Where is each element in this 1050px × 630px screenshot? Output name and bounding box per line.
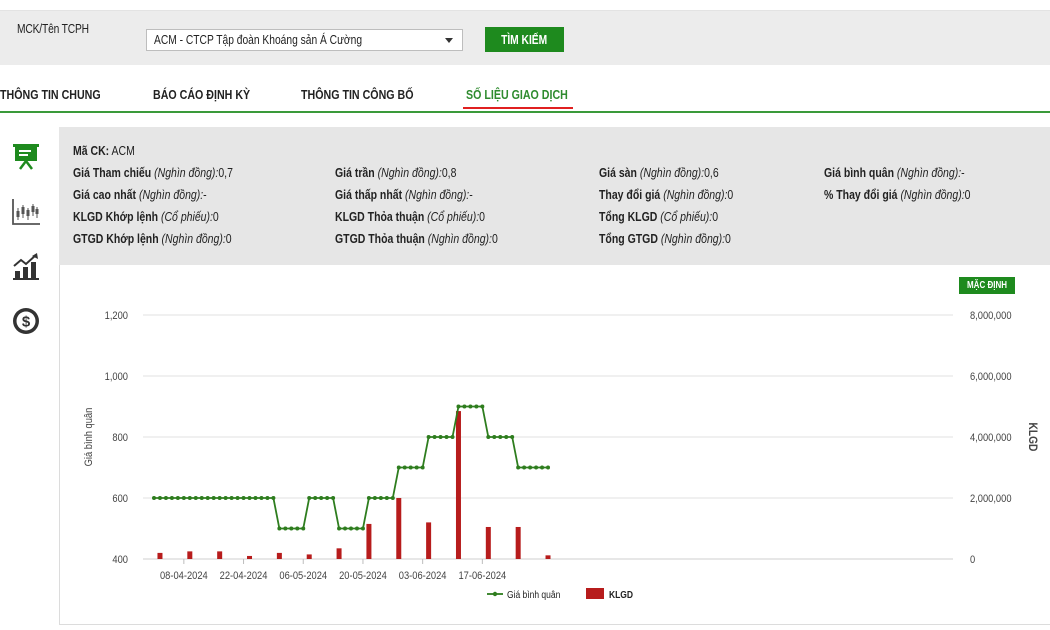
info-field: Giá Tham chiếu (Nghìn đồng):0,7 bbox=[73, 166, 233, 180]
info-field-unit: (Nghìn đồng): bbox=[138, 188, 204, 202]
info-field: Thay đổi giá (Nghìn đồng):0 bbox=[599, 188, 733, 202]
info-field-label: GTGD Khớp lệnh bbox=[73, 232, 159, 246]
info-field-value: 0 bbox=[225, 232, 232, 246]
info-field: Giá bình quân (Nghìn đồng):- bbox=[824, 166, 965, 180]
info-field-unit: (Cổ phiếu): bbox=[160, 210, 213, 224]
info-field: % Thay đổi giá (Nghìn đồng):0 bbox=[824, 188, 970, 202]
info-field: KLGD Thỏa thuận (Cổ phiếu):0 bbox=[335, 210, 485, 224]
candlestick-chart-icon[interactable] bbox=[10, 196, 42, 228]
search-button[interactable]: TÌM KIẾM bbox=[485, 27, 564, 52]
info-field-value: - bbox=[469, 188, 473, 202]
info-field-unit: (Nghìn đồng): bbox=[377, 166, 442, 180]
info-field-unit: (Nghìn đồng): bbox=[896, 166, 962, 180]
info-field: Giá sàn (Nghìn đồng):0,6 bbox=[599, 166, 719, 180]
info-field: Tổng GTGD (Nghìn đồng):0 bbox=[599, 232, 731, 246]
bar-chart-icon[interactable] bbox=[10, 250, 42, 282]
active-tab-indicator bbox=[463, 107, 573, 109]
info-field: GTGD Thỏa thuận (Nghìn đồng):0 bbox=[335, 232, 498, 246]
dollar-icon[interactable]: $ bbox=[10, 305, 42, 337]
info-field-value: 0 bbox=[491, 232, 498, 246]
info-field-value: 0 bbox=[212, 210, 219, 224]
info-field: Giá thấp nhất (Nghìn đồng):- bbox=[335, 188, 473, 202]
info-field-unit: (Nghìn đồng): bbox=[405, 188, 470, 202]
default-button[interactable]: MẶC ĐỊNH bbox=[959, 277, 1015, 294]
search-button-label: TÌM KIẾM bbox=[501, 32, 548, 47]
company-select-value: ACM - CTCP Tập đoàn Khoáng sản Á Cường bbox=[154, 33, 363, 47]
info-field-label: Giá cao nhất bbox=[73, 188, 137, 202]
top-strip bbox=[0, 0, 1050, 11]
info-field-label: KLGD Khớp lệnh bbox=[73, 210, 159, 224]
info-field-unit: (Cổ phiếu): bbox=[427, 210, 480, 224]
info-field-label: Tổng GTGD bbox=[599, 232, 658, 246]
info-field: GTGD Khớp lệnh (Nghìn đồng):0 bbox=[73, 232, 232, 246]
tab-bar: THÔNG TIN CHUNG BÁO CÁO ĐỊNH KỲ THÔNG TI… bbox=[0, 66, 1050, 113]
info-field-unit: (Nghìn đồng): bbox=[154, 166, 219, 180]
info-field: KLGD Khớp lệnh (Cổ phiếu):0 bbox=[73, 210, 219, 224]
stock-code: Mã CK: ACM bbox=[73, 144, 135, 158]
tab-trading-data[interactable]: SỐ LIỆU GIAO DỊCH bbox=[466, 87, 568, 102]
tab-disclosures[interactable]: THÔNG TIN CÔNG BỐ bbox=[301, 87, 414, 102]
tab-general-info[interactable]: THÔNG TIN CHUNG bbox=[0, 87, 101, 102]
search-label: MCK/Tên TCPH bbox=[17, 22, 89, 36]
info-field-label: Giá trần bbox=[335, 166, 375, 180]
info-field-value: 0,7 bbox=[218, 166, 233, 180]
chevron-down-icon bbox=[445, 38, 453, 43]
presentation-icon[interactable] bbox=[10, 140, 42, 172]
info-field-label: Giá bình quân bbox=[824, 166, 895, 180]
info-field-label: Giá thấp nhất bbox=[335, 188, 403, 202]
info-field-label: % Thay đổi giá bbox=[824, 188, 898, 202]
info-field-unit: (Nghìn đồng): bbox=[427, 232, 492, 246]
info-field-value: 0 bbox=[479, 210, 485, 224]
info-field-label: Giá sàn bbox=[599, 166, 637, 180]
info-field-label: Tổng KLGD bbox=[599, 210, 658, 224]
info-field-label: Thay đổi giá bbox=[599, 188, 661, 202]
info-field-label: GTGD Thỏa thuận bbox=[335, 232, 425, 246]
info-field-unit: (Nghìn đồng): bbox=[639, 166, 705, 180]
info-field-unit: (Nghìn đồng): bbox=[663, 188, 728, 202]
info-field-value: 0,6 bbox=[704, 166, 719, 180]
info-field-value: 0 bbox=[727, 188, 734, 202]
info-field-value: 0,8 bbox=[441, 166, 457, 180]
info-field-value: 0 bbox=[712, 210, 719, 224]
info-field-value: 0 bbox=[964, 188, 971, 202]
svg-text:$: $ bbox=[22, 314, 31, 331]
tab-periodic-reports[interactable]: BÁO CÁO ĐỊNH KỲ bbox=[153, 87, 250, 102]
info-field-unit: (Nghìn đồng): bbox=[161, 232, 226, 246]
info-field-value: - bbox=[203, 188, 207, 202]
info-field-unit: (Nghìn đồng): bbox=[660, 232, 726, 246]
info-field-unit: (Nghìn đồng): bbox=[900, 188, 965, 202]
info-field-label: Giá Tham chiếu bbox=[73, 166, 152, 180]
info-field-unit: (Cổ phiếu): bbox=[660, 210, 713, 224]
company-select[interactable]: ACM - CTCP Tập đoàn Khoáng sản Á Cường bbox=[146, 29, 463, 51]
info-field-value: - bbox=[961, 166, 965, 180]
info-field: Giá trần (Nghìn đồng):0,8 bbox=[335, 166, 456, 180]
info-field-value: 0 bbox=[725, 232, 731, 246]
info-field: Tổng KLGD (Cổ phiếu):0 bbox=[599, 210, 718, 224]
info-field-label: KLGD Thỏa thuận bbox=[335, 210, 425, 224]
chart-area bbox=[59, 265, 1050, 625]
info-field: Giá cao nhất (Nghìn đồng):- bbox=[73, 188, 207, 202]
